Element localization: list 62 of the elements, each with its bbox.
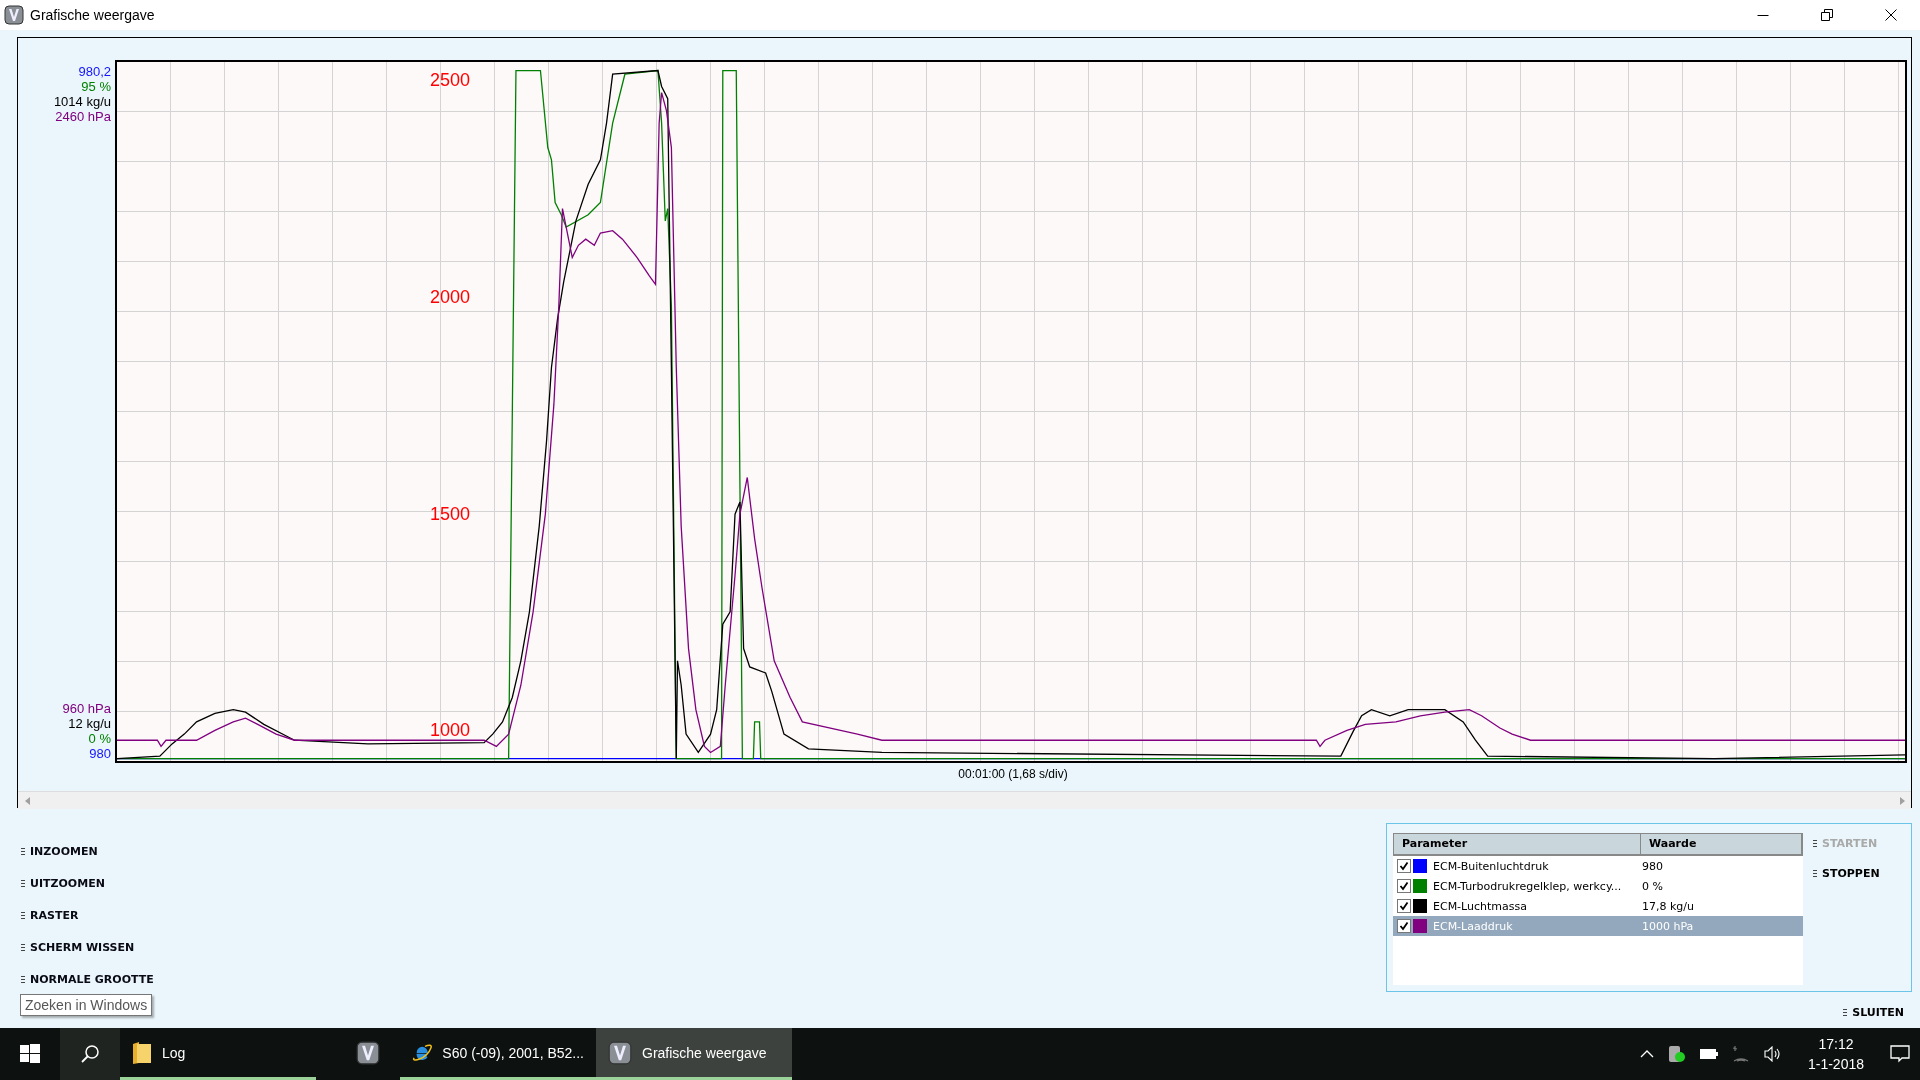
checkbox[interactable] <box>1397 879 1411 893</box>
scale-label: 1000 <box>429 721 470 740</box>
axis-label: 12 kg/u <box>68 716 111 731</box>
battery-icon[interactable] <box>1699 1049 1718 1059</box>
folder-icon <box>132 1040 152 1065</box>
axis-label: 960 hPa <box>62 701 111 716</box>
app-logo-icon <box>4 5 24 25</box>
command-link[interactable]: UITZOOMEN <box>21 877 105 890</box>
window-title: Grafische weergave <box>30 7 155 23</box>
notification-icon[interactable] <box>1890 1045 1910 1063</box>
volume-icon[interactable] <box>1763 1046 1782 1062</box>
checkbox[interactable] <box>1397 919 1411 933</box>
taskbar-label: S60 (-09), 2001, B52... <box>442 1044 584 1061</box>
checkbox[interactable] <box>1397 899 1411 913</box>
close-link[interactable]: SLUITEN <box>1843 1006 1904 1019</box>
command-link[interactable]: STOPPEN <box>1813 867 1880 880</box>
tooltip: Zoeken in Windows <box>20 994 153 1016</box>
column-header: Waarde <box>1641 834 1802 854</box>
parameter-value: 980 <box>1642 859 1664 873</box>
command-link[interactable]: SCHERM WISSEN <box>21 941 135 954</box>
axis-label: 2460 hPa <box>55 109 111 124</box>
axis-label: 980 <box>89 746 111 761</box>
date-text: 1-1-2018 <box>1807 1055 1864 1074</box>
column-header: Parameter <box>1394 834 1641 854</box>
scale-label: 1500 <box>429 504 470 523</box>
parameter-row[interactable]: ECM-Luchtmassa 17,8 kg/u <box>1393 896 1803 916</box>
parameter-name: ECM-Buitenluchtdruk <box>1433 859 1550 873</box>
taskbar-label: Grafische weergave <box>642 1044 767 1061</box>
taskbar-button[interactable]: Log <box>120 1028 316 1080</box>
command-link[interactable]: NORMALE GROOTTE <box>21 973 154 986</box>
windows-logo-icon <box>20 1044 40 1064</box>
parameter-name: ECM-Laaddruk <box>1433 919 1514 933</box>
app-logo-icon <box>608 1040 632 1065</box>
axis-label: 0 % <box>88 731 111 746</box>
parameter-value: 1000 hPa <box>1642 919 1695 933</box>
restore-icon <box>1821 9 1833 21</box>
checkbox[interactable] <box>1397 859 1411 873</box>
parameter-row[interactable]: ECM-Turbodrukregelklep, werkcy... 0 % <box>1393 876 1803 896</box>
parameter-row[interactable]: ECM-Buitenluchtdruk 980 <box>1393 856 1803 876</box>
time-scale-label: 00:01:00 (1,68 s/div) <box>958 766 1068 783</box>
parameter-name: ECM-Luchtmassa <box>1433 899 1528 913</box>
parameter-value: 0 % <box>1642 879 1664 893</box>
command-link[interactable]: INZOOMEN <box>21 845 98 858</box>
taskbar-button[interactable]: Grafische weergave <box>596 1028 792 1080</box>
device-status-icon[interactable] <box>1667 1045 1686 1063</box>
scale-label: 2000 <box>429 287 470 306</box>
search-button[interactable] <box>60 1028 120 1080</box>
wifi-icon[interactable] <box>1731 1045 1750 1063</box>
app-logo-icon <box>356 1040 380 1065</box>
axis-label: 980,2 <box>78 64 111 79</box>
taskbar-label: Log <box>162 1044 186 1061</box>
parameter-value: 17,8 kg/u <box>1642 899 1696 913</box>
command-link[interactable]: RASTER <box>21 909 79 922</box>
parameter-name: ECM-Turbodrukregelklep, werkcy... <box>1433 879 1623 893</box>
axis-label: 95 % <box>81 79 111 94</box>
scale-label: 2500 <box>429 71 470 90</box>
chevron-up-icon[interactable] <box>1639 1050 1654 1058</box>
time-text: 17:12 <box>1818 1035 1854 1054</box>
axis-label: 1014 kg/u <box>53 94 111 109</box>
search-icon <box>80 1044 100 1064</box>
close-icon <box>1885 9 1897 21</box>
clock[interactable]: 17:12 1-1-2018 <box>1795 1034 1876 1074</box>
